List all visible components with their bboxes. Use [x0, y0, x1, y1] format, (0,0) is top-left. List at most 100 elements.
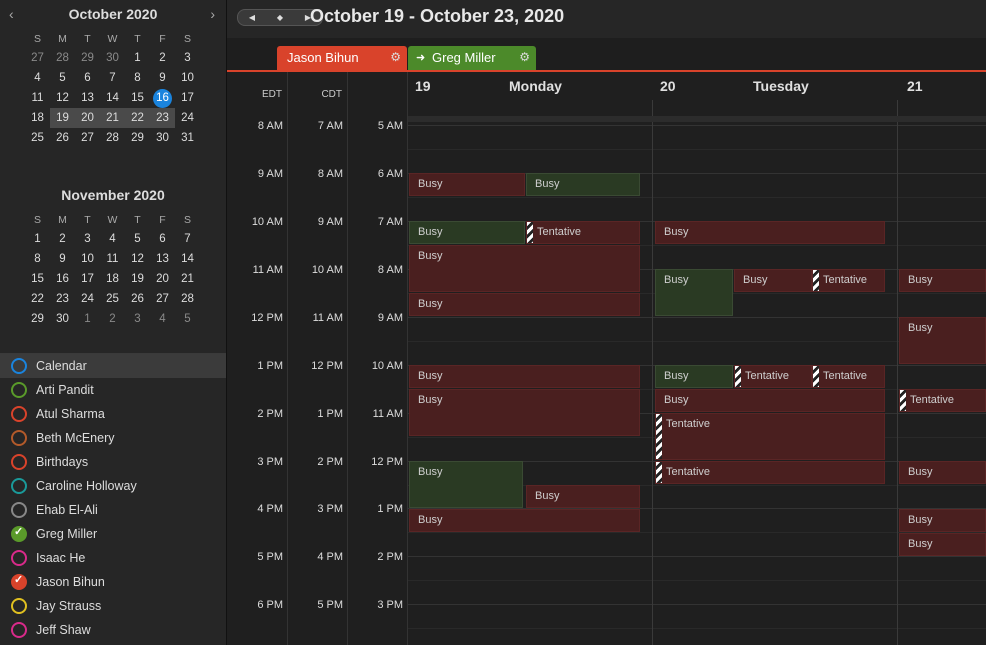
tab-jason-bihun[interactable]: Jason Bihun ⚙ [277, 46, 407, 70]
busy-event[interactable]: Busy [409, 245, 640, 292]
calendar-date[interactable]: 11 [25, 88, 50, 108]
tentative-event[interactable]: Tentative [655, 413, 885, 460]
calendar-date[interactable]: 9 [150, 68, 175, 88]
checkbox-icon[interactable] [11, 502, 27, 518]
busy-event[interactable]: Busy [526, 173, 640, 196]
calendar-date[interactable]: 25 [100, 289, 125, 309]
checkbox-icon[interactable] [11, 382, 27, 398]
calendar-date[interactable]: 1 [25, 229, 50, 249]
calendar-date[interactable]: 5 [125, 229, 150, 249]
calendar-date[interactable]: 28 [175, 289, 200, 309]
calendar-item[interactable]: Isaac He [0, 546, 226, 570]
calendar-date[interactable]: 15 [25, 269, 50, 289]
checkbox-checked-icon[interactable] [11, 525, 27, 542]
calendar-date[interactable]: 9 [50, 249, 75, 269]
calendar-date[interactable]: 11 [100, 249, 125, 269]
calendar-item[interactable]: Atul Sharma [0, 402, 226, 426]
calendar-date[interactable]: 26 [50, 128, 75, 148]
calendar-date[interactable]: 25 [25, 128, 50, 148]
tentative-event[interactable]: Tentative [812, 365, 885, 388]
busy-event[interactable]: Busy [734, 269, 812, 292]
busy-event[interactable]: Busy [899, 461, 986, 484]
gear-icon[interactable]: ⚙ [519, 50, 530, 64]
calendar-date[interactable]: 12 [50, 88, 75, 108]
calendar-date[interactable]: 26 [125, 289, 150, 309]
calendar-date[interactable]: 22 [25, 289, 50, 309]
calendar-item[interactable]: Arti Pandit [0, 378, 226, 402]
busy-event[interactable]: Busy [409, 389, 640, 436]
busy-event[interactable]: Busy [526, 485, 640, 508]
checkbox-icon[interactable] [11, 454, 27, 470]
calendar-date[interactable]: 22 [125, 108, 150, 128]
calendar-date[interactable]: 17 [175, 88, 200, 108]
tentative-event[interactable]: Tentative [734, 365, 812, 388]
calendar-date[interactable]: 17 [75, 269, 100, 289]
calendar-date[interactable]: 24 [175, 108, 200, 128]
calendar-date[interactable]: 20 [75, 108, 100, 128]
calendar-date[interactable]: 23 [150, 108, 175, 128]
tentative-event[interactable]: Tentative [526, 221, 640, 244]
calendar-date[interactable]: 3 [125, 309, 150, 329]
busy-event[interactable]: Busy [409, 365, 640, 388]
calendar-date[interactable]: 4 [150, 309, 175, 329]
calendar-date[interactable]: 2 [100, 309, 125, 329]
busy-event[interactable]: Busy [655, 389, 885, 412]
calendar-date[interactable]: 27 [75, 128, 100, 148]
checkbox-icon[interactable] [11, 358, 27, 374]
calendar-date[interactable]: 6 [150, 229, 175, 249]
calendar-date[interactable]: 15 [125, 88, 150, 108]
calendar-date[interactable]: 28 [100, 128, 125, 148]
calendar-item[interactable]: Caroline Holloway [0, 474, 226, 498]
busy-event[interactable]: Busy [409, 461, 523, 508]
calendar-date[interactable]: 29 [75, 48, 100, 68]
checkbox-icon[interactable] [11, 550, 27, 566]
checkbox-icon[interactable] [11, 622, 27, 638]
calendar-date[interactable]: 8 [125, 68, 150, 88]
busy-event[interactable]: Busy [655, 221, 885, 244]
calendar-date[interactable]: 13 [75, 88, 100, 108]
calendar-date[interactable]: 27 [25, 48, 50, 68]
calendar-date[interactable]: 7 [175, 229, 200, 249]
calendar-date[interactable]: 2 [50, 229, 75, 249]
next-month-button[interactable]: › [210, 6, 215, 22]
calendar-item[interactable]: Jay Strauss [0, 594, 226, 618]
checkbox-checked-icon[interactable] [11, 573, 27, 590]
calendar-date[interactable]: 19 [50, 108, 75, 128]
calendar-date[interactable]: 21 [100, 108, 125, 128]
calendar-date[interactable]: 18 [100, 269, 125, 289]
calendar-date[interactable]: 13 [150, 249, 175, 269]
busy-event[interactable]: Busy [655, 365, 733, 388]
calendar-date[interactable]: 19 [125, 269, 150, 289]
calendar-date[interactable]: 27 [150, 289, 175, 309]
checkbox-icon[interactable] [11, 598, 27, 614]
calendar-date[interactable]: 30 [50, 309, 75, 329]
busy-event[interactable]: Busy [899, 317, 986, 364]
busy-event[interactable]: Busy [899, 269, 986, 292]
gear-icon[interactable]: ⚙ [390, 50, 401, 64]
busy-event[interactable]: Busy [409, 221, 525, 244]
calendar-date[interactable]: 23 [50, 289, 75, 309]
calendar-date[interactable]: 16 [50, 269, 75, 289]
checkbox-icon[interactable] [11, 430, 27, 446]
calendar-date[interactable]: 5 [50, 68, 75, 88]
calendar-item[interactable]: Jeff Shaw [0, 618, 226, 642]
calendar-date[interactable]: 29 [25, 309, 50, 329]
checkbox-icon[interactable] [11, 406, 27, 422]
calendar-date[interactable]: 29 [125, 128, 150, 148]
busy-event[interactable]: Busy [409, 509, 640, 532]
calendar-date[interactable]: 31 [175, 128, 200, 148]
calendar-item[interactable]: Ehab El-Ali [0, 498, 226, 522]
calendar-date[interactable]: 30 [150, 128, 175, 148]
calendar-date[interactable]: 5 [175, 309, 200, 329]
calendar-date[interactable]: 12 [125, 249, 150, 269]
calendar-date[interactable]: 1 [125, 48, 150, 68]
calendar-date[interactable]: 3 [75, 229, 100, 249]
calendar-date[interactable]: 28 [50, 48, 75, 68]
calendar-item[interactable]: Beth McEnery [0, 426, 226, 450]
calendar-item[interactable]: Birthdays [0, 450, 226, 474]
calendar-date[interactable]: 18 [25, 108, 50, 128]
calendar-date[interactable]: 14 [175, 249, 200, 269]
busy-event[interactable]: Busy [409, 293, 640, 316]
previous-week-button[interactable]: ◀ [238, 10, 266, 25]
calendar-date[interactable]: 1 [75, 309, 100, 329]
